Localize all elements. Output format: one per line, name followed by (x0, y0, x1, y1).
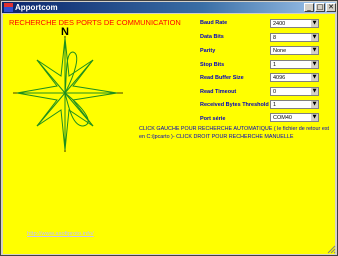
website-link[interactable]: http://www.asoftproto.info/ (27, 231, 94, 237)
data-bits-label: Data Bits (200, 34, 224, 40)
chevron-down-icon[interactable]: ▼ (310, 101, 318, 108)
data-bits-select[interactable]: 8 ▼ (270, 33, 319, 42)
read-buffer-size-value: 4096 (273, 75, 286, 81)
stop-bits-value: 1 (273, 62, 277, 68)
chevron-down-icon[interactable]: ▼ (310, 114, 318, 121)
chevron-down-icon[interactable]: ▼ (310, 34, 318, 41)
chevron-down-icon[interactable]: ▼ (310, 61, 318, 68)
chevron-down-icon[interactable]: ▼ (310, 88, 318, 95)
received-bytes-threshold-select[interactable]: 1 ▼ (270, 100, 319, 109)
parity-value: None (273, 48, 287, 54)
serial-port-label: Port série (200, 116, 226, 122)
read-buffer-size-select[interactable]: 4096 ▼ (270, 73, 319, 82)
minimize-button[interactable]: _ (304, 3, 314, 12)
compass-rose-icon[interactable] (3, 14, 143, 184)
parity-label: Parity (200, 48, 216, 54)
read-timeout-value: 0 (273, 89, 277, 95)
parity-select[interactable]: None ▼ (270, 46, 319, 55)
data-bits-value: 8 (273, 35, 277, 41)
chevron-down-icon[interactable]: ▼ (310, 20, 318, 27)
read-buffer-size-label: Read Buffer Size (200, 75, 244, 81)
serial-port-value: COM40 (273, 115, 292, 121)
stop-bits-select[interactable]: 1 ▼ (270, 60, 319, 69)
received-bytes-threshold-value: 1 (273, 102, 277, 108)
stop-bits-label: Stop Bits (200, 62, 225, 68)
resize-grip-icon[interactable] (326, 244, 336, 254)
read-timeout-select[interactable]: 0 ▼ (270, 87, 319, 96)
chevron-down-icon[interactable]: ▼ (310, 47, 318, 54)
baud-rate-select[interactable]: 2400 ▼ (270, 19, 319, 28)
title-bar[interactable]: Apportcom _ □ ✕ (2, 2, 336, 13)
close-button[interactable]: ✕ (326, 3, 336, 12)
received-bytes-threshold-label: Received Bytes Threshold (200, 102, 269, 108)
window-title: Apportcom (15, 3, 58, 12)
serial-port-select[interactable]: COM40 ▼ (270, 113, 319, 122)
maximize-button[interactable]: □ (315, 3, 325, 12)
app-window: Apportcom _ □ ✕ RECHERCHE DES PORTS DE C… (0, 0, 338, 256)
app-icon (4, 3, 13, 12)
chevron-down-icon[interactable]: ▼ (310, 74, 318, 81)
read-timeout-label: Read Timeout (200, 89, 237, 95)
baud-rate-label: Baud Rate (200, 20, 228, 26)
instructions-text: CLICK GAUCHE POUR RECHERCHE AUTOMATIQUE … (139, 126, 330, 140)
baud-rate-value: 2400 (273, 21, 286, 27)
main-panel[interactable]: RECHERCHE DES PORTS DE COMMUNICATION N B… (3, 14, 335, 254)
